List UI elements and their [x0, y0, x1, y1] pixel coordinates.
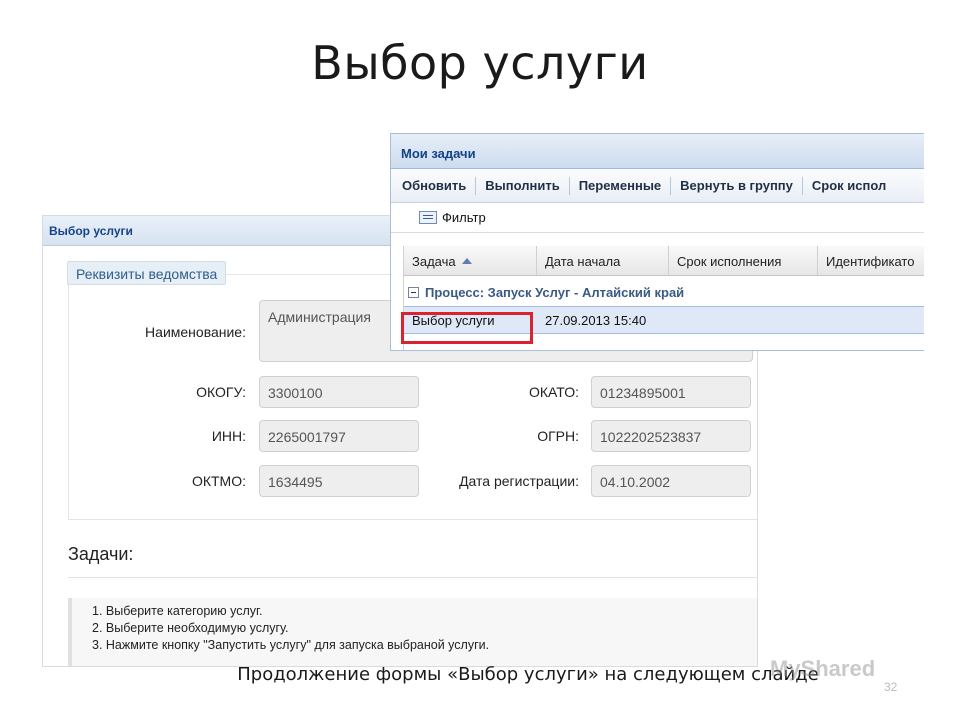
okogu-label: ОКОГУ:	[196, 384, 246, 400]
refresh-button[interactable]: Обновить	[393, 178, 475, 193]
highlight-frame	[401, 312, 533, 344]
oktmo-label: ОКТМО:	[191, 473, 246, 489]
filter-bar[interactable]: Фильтр	[391, 203, 924, 233]
filter-label: Фильтр	[442, 210, 486, 225]
tasks-title: Задачи:	[68, 544, 134, 564]
inn-label: ИНН:	[211, 428, 246, 444]
okato-field[interactable]: 01234895001	[591, 376, 751, 408]
variables-button[interactable]: Переменные	[570, 178, 670, 193]
task-step: 2. Выберите необходимую услугу.	[92, 621, 289, 635]
process-group-row[interactable]: Процесс: Запуск Услуг - Алтайский край	[404, 276, 924, 306]
column-header-identifier[interactable]: Идентификато	[818, 246, 924, 275]
column-header-start-date[interactable]: Дата начала	[537, 246, 669, 275]
sort-ascending-icon	[461, 258, 472, 264]
okogu-field[interactable]: 3300100	[259, 376, 419, 408]
inn-field[interactable]: 2265001797	[259, 420, 419, 452]
slide-number: 32	[884, 680, 898, 694]
minus-icon[interactable]	[408, 287, 419, 298]
tasks-divider	[68, 577, 757, 578]
filter-icon	[419, 211, 437, 224]
watermark-logo: MyShared	[770, 656, 876, 681]
task-step: 1. Выберите категорию услуг.	[92, 604, 263, 618]
column-header-deadline[interactable]: Срок исполнения	[669, 246, 818, 275]
okato-label: ОКАТО:	[529, 384, 579, 400]
start-date-cell: 27.09.2013 15:40	[545, 313, 647, 328]
my-tasks-toolbar: Обновить Выполнить Переменные Вернуть в …	[391, 169, 924, 203]
slide-title: Выбор услуги	[311, 36, 649, 90]
execute-button[interactable]: Выполнить	[476, 178, 568, 193]
agency-details-legend[interactable]: Реквизиты ведомства	[67, 261, 227, 285]
tasks-instructions: 1. Выберите категорию услуг. 2. Выберите…	[68, 598, 757, 666]
regdate-field[interactable]: 04.10.2002	[591, 465, 751, 497]
ogrn-field[interactable]: 1022202523837	[591, 420, 751, 452]
column-header-task[interactable]: Задача	[404, 246, 537, 275]
oktmo-field[interactable]: 1634495	[259, 465, 419, 497]
deadline-button[interactable]: Срок испол	[803, 178, 895, 193]
name-label: Наименование:	[145, 324, 246, 340]
return-to-group-button[interactable]: Вернуть в группу	[671, 178, 802, 193]
process-group-label: Процесс: Запуск Услуг - Алтайский край	[425, 285, 685, 300]
column-header-label: Задача	[412, 254, 456, 269]
grid-header: Задача Дата начала Срок исполнения Идент…	[404, 246, 924, 276]
ogrn-label: ОГРН:	[537, 428, 579, 444]
regdate-label: Дата регистрации:	[459, 473, 579, 489]
task-step: 3. Нажмите кнопку "Запустить услугу" для…	[92, 638, 490, 652]
my-tasks-header: Мои задачи	[391, 134, 924, 169]
